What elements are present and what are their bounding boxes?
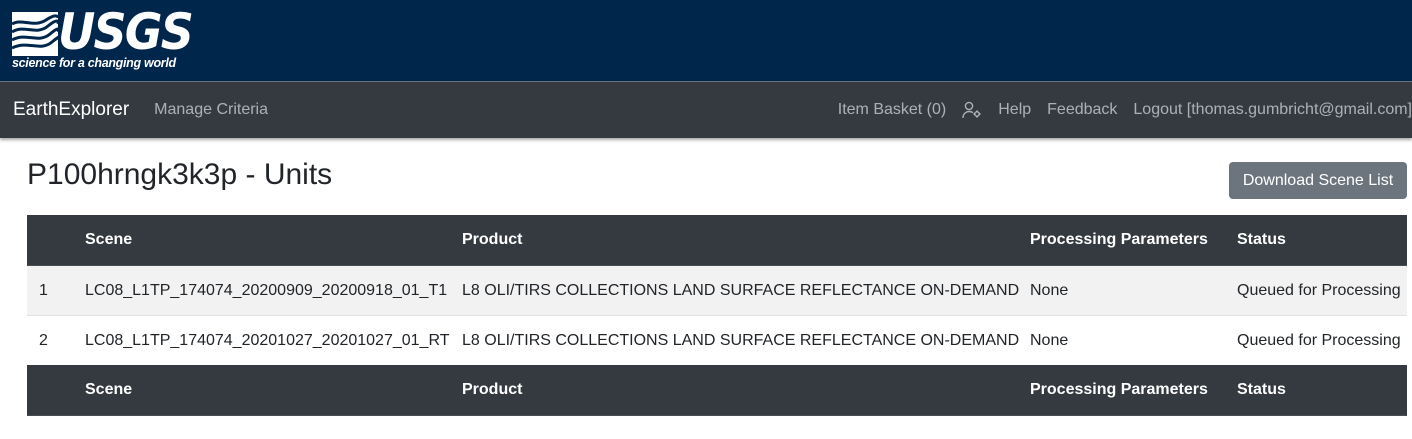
column-footer-processing-parameters: Processing Parameters <box>1030 365 1237 416</box>
column-header-processing-parameters: Processing Parameters <box>1030 215 1237 266</box>
footer-row: Scene Product Processing Parameters Stat… <box>27 365 1407 416</box>
table-header: Scene Product Processing Parameters Stat… <box>27 215 1407 266</box>
navbar-right: Item Basket (0) Help Feedback Logout [th… <box>822 82 1412 138</box>
column-footer-product: Product <box>462 365 1030 416</box>
brand-link[interactable]: EarthExplorer <box>13 99 129 121</box>
scene-id: LC08_L1TP_174074_20201027_20201027_01_RT <box>85 315 462 365</box>
manage-criteria-link[interactable]: Manage Criteria <box>154 101 268 119</box>
usgs-logo[interactable]: USGS science for a changing world <box>12 4 194 72</box>
column-footer-status: Status <box>1237 365 1407 416</box>
processing-parameters: None <box>1030 265 1237 316</box>
table-footer: Scene Product Processing Parameters Stat… <box>27 365 1407 416</box>
status-text: Queued for Processing <box>1237 315 1407 365</box>
table-row: 2 LC08_L1TP_174074_20201027_20201027_01_… <box>27 315 1407 365</box>
usgs-header: USGS science for a changing world <box>0 0 1412 81</box>
status-text: Queued for Processing <box>1237 265 1407 316</box>
units-table: Scene Product Processing Parameters Stat… <box>27 215 1407 416</box>
table-row: 1 LC08_L1TP_174074_20200909_20200918_01_… <box>27 265 1407 316</box>
table-body: 1 LC08_L1TP_174074_20200909_20200918_01_… <box>27 265 1407 365</box>
column-header-product: Product <box>462 215 1030 266</box>
product-name: L8 OLI/TIRS COLLECTIONS LAND SURFACE REF… <box>462 315 1030 365</box>
main-navbar: EarthExplorer Manage Criteria Item Baske… <box>0 81 1412 138</box>
help-link[interactable]: Help <box>998 101 1031 119</box>
download-scene-list-button[interactable]: Download Scene List <box>1229 162 1407 199</box>
page-title: P100hrngk3k3p - Units <box>27 158 333 191</box>
column-header-scene: Scene <box>85 215 462 266</box>
usgs-wave-icon <box>12 12 58 56</box>
product-name: L8 OLI/TIRS COLLECTIONS LAND SURFACE REF… <box>462 265 1030 316</box>
usgs-tagline: science for a changing world <box>12 56 176 70</box>
scene-id: LC08_L1TP_174074_20200909_20200918_01_T1 <box>85 265 462 316</box>
row-number: 2 <box>27 315 85 365</box>
processing-parameters: None <box>1030 315 1237 365</box>
logout-link[interactable]: Logout [thomas.gumbricht@gmail.com] <box>1133 101 1412 119</box>
column-header-status: Status <box>1237 215 1407 266</box>
item-basket-link[interactable]: Item Basket (0) <box>838 101 946 119</box>
usgs-wordmark: USGS <box>58 3 194 61</box>
column-footer-number <box>27 365 85 416</box>
column-footer-scene: Scene <box>85 365 462 416</box>
column-header-number <box>27 215 85 266</box>
feedback-link[interactable]: Feedback <box>1047 101 1117 119</box>
user-settings-icon[interactable] <box>962 101 982 119</box>
row-number: 1 <box>27 265 85 316</box>
header-row: Scene Product Processing Parameters Stat… <box>27 215 1407 266</box>
